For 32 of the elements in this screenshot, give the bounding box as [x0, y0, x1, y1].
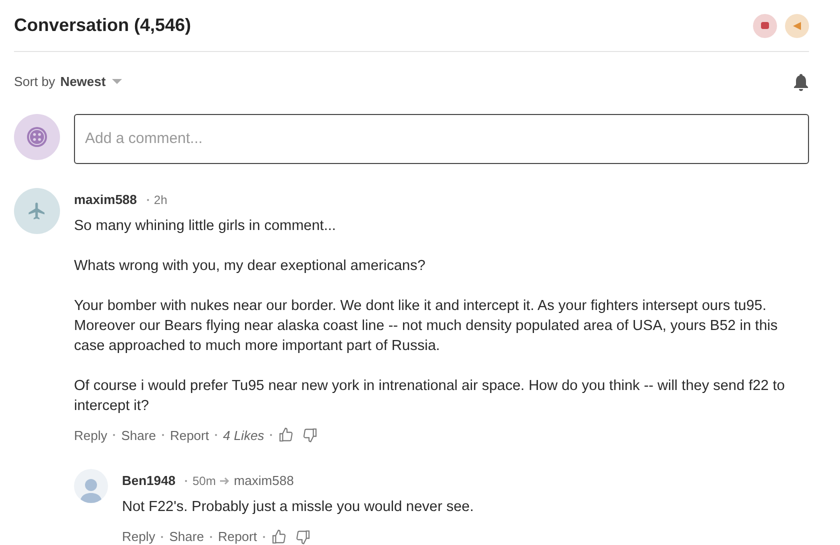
thumbs-down-icon[interactable]	[294, 528, 311, 545]
thumbs-up-icon[interactable]	[270, 528, 287, 545]
comment-text: Of course i would prefer Tu95 near new york in intrenational air space. How do you think -- will they send f22 to intercept it?	[74, 376, 786, 416]
timestamp: 50m	[192, 473, 216, 490]
action-link[interactable]: Reply	[74, 426, 108, 445]
comment-text: Whats wrong with you, my dear exeptional americans?	[74, 256, 426, 276]
button-icon	[26, 126, 48, 148]
reaction-icon[interactable]	[753, 14, 777, 38]
comment-text: So many whining little girls in comment...	[74, 216, 337, 236]
likes-count: 4 Likes	[222, 426, 264, 444]
author-name[interactable]: Ben1948	[122, 471, 176, 491]
comment-text: Your bomber with nukes near our border. We dont like it and intercept it. As your fighters intersept ours tu95. Moreover our Bears flying near alaska coast line -- not much density populated area of USA, yours B52 in this case approached to much more important part of Russia.	[74, 296, 779, 356]
plane-icon	[27, 200, 47, 220]
timestamp: 2h	[154, 192, 168, 208]
conversation-title: Conversation (4,546)	[14, 14, 192, 37]
comment-input[interactable]: Add a comment...	[74, 114, 809, 164]
comment-text: Not F22's. Probably just a missle you would never see.	[122, 498, 475, 517]
thumbs-down-icon[interactable]	[302, 427, 318, 444]
reaction-icon[interactable]	[785, 14, 809, 38]
action-link[interactable]: Share	[121, 426, 156, 445]
action-link[interactable]: Report	[218, 527, 257, 545]
author-name[interactable]: maxim588	[74, 190, 137, 210]
thumbs-up-icon[interactable]	[278, 427, 294, 444]
arrow-icon	[220, 477, 230, 485]
reply-to-name[interactable]: maxim588	[234, 471, 294, 491]
action-link[interactable]: Reply	[122, 527, 156, 545]
action-link[interactable]: Report	[170, 426, 209, 445]
bell-icon[interactable]	[793, 72, 809, 91]
action-link[interactable]: Share	[169, 527, 204, 545]
person-icon	[78, 477, 104, 503]
sort-dropdown[interactable]: Sort by Newest	[14, 72, 122, 92]
caret-icon[interactable]	[112, 78, 122, 85]
